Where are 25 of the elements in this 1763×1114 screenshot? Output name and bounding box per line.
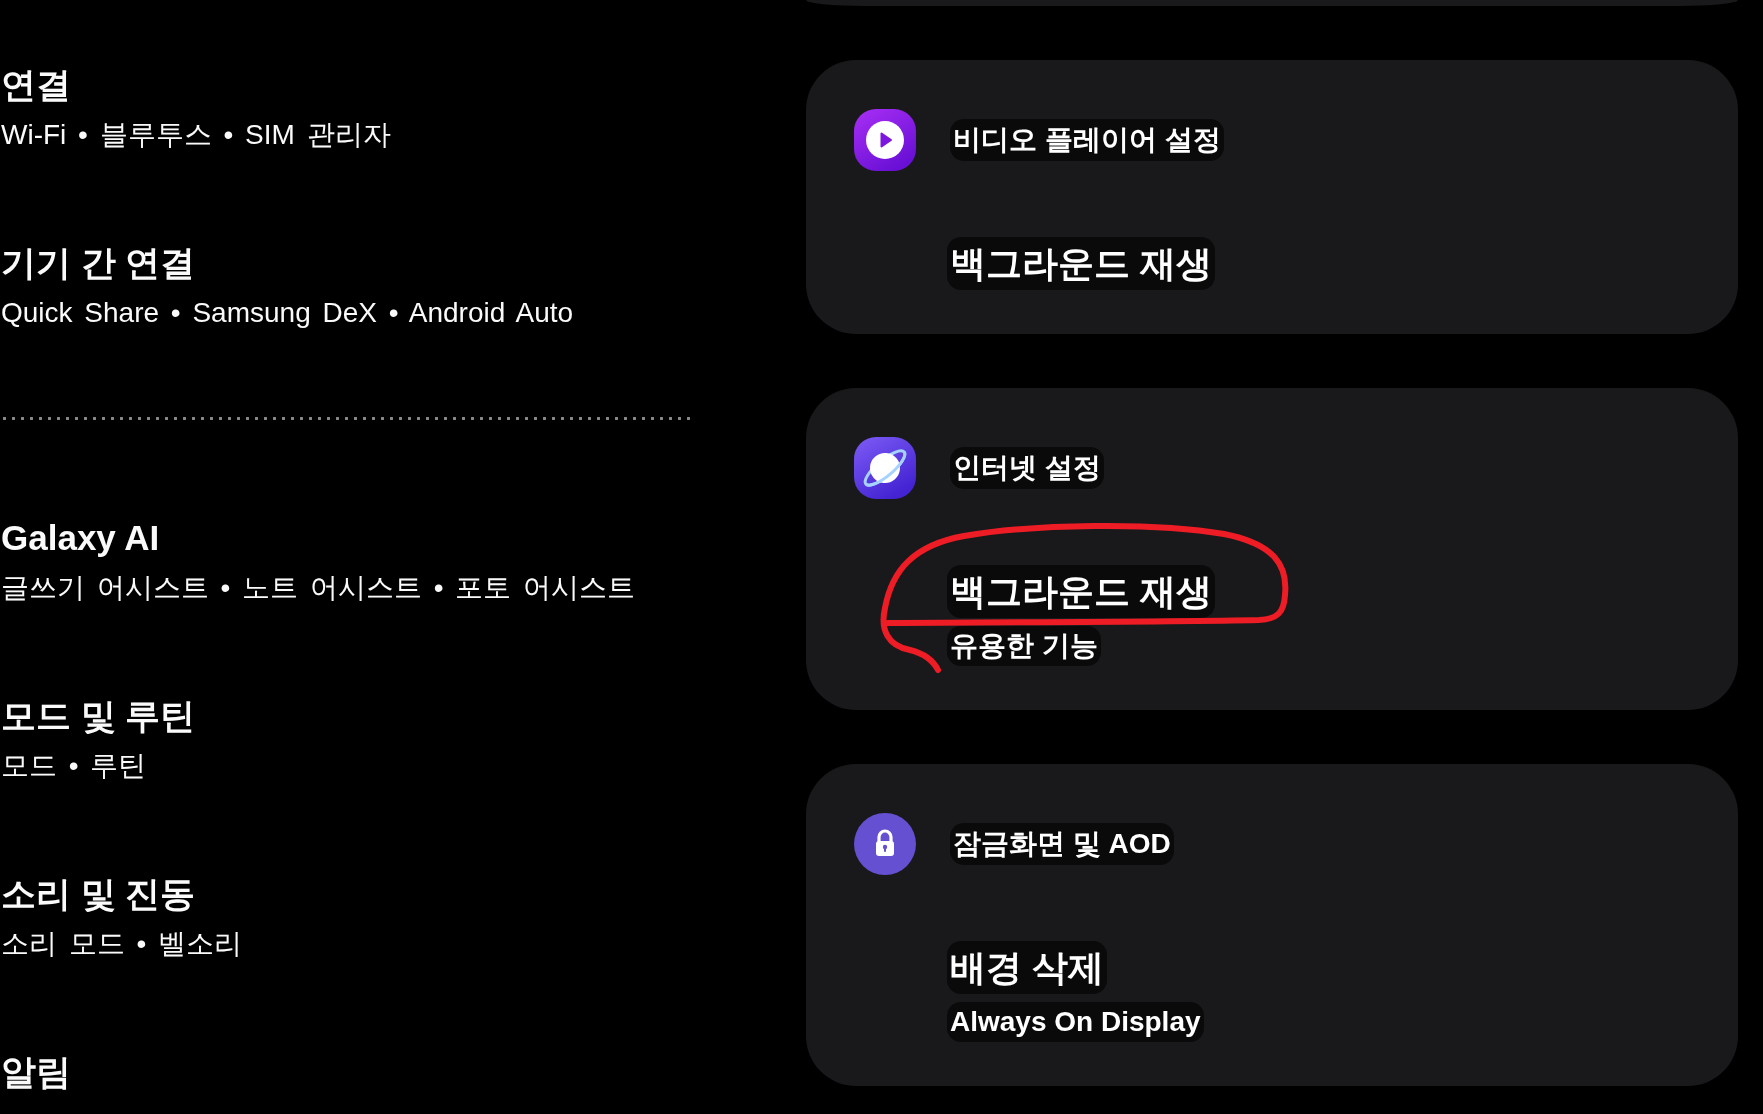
setting-subtitle: 소리 모드 • 벨소리 [1, 927, 243, 961]
setting-subtitle: 글쓰기 어시스트 • 노트 어시스트 • 포토 어시스트 [1, 571, 636, 605]
setting-title[interactable]: 모드 및 루틴 [1, 694, 196, 738]
setting-title[interactable]: Galaxy AI [1, 516, 160, 560]
result-title: 백그라운드 재생 [947, 237, 1215, 290]
result-subtitle: Always On Display [947, 1002, 1204, 1042]
setting-title[interactable]: 소리 및 진동 [1, 872, 196, 916]
setting-title[interactable]: 알림 [1, 1050, 71, 1094]
search-result-card[interactable]: 인터넷 설정 백그라운드 재생 유용한 기능 [806, 388, 1738, 710]
result-app-title: 인터넷 설정 [950, 447, 1104, 489]
setting-subtitle: Wi-Fi • 블루투스 • SIM 관리자 [1, 118, 391, 152]
result-app-title: 비디오 플레이어 설정 [950, 119, 1224, 161]
result-title: 백그라운드 재생 [947, 565, 1215, 618]
search-result-card[interactable]: 비디오 플레이어 설정 백그라운드 재생 [806, 60, 1738, 334]
padlock-icon [854, 813, 916, 875]
search-result-card[interactable]: 잠금화면 및 AOD 배경 삭제 Always On Display [806, 764, 1738, 1086]
play-icon [854, 109, 916, 171]
setting-subtitle: 모드 • 루틴 [1, 749, 147, 783]
setting-subtitle: Quick Share • Samsung DeX • Android Auto [1, 296, 574, 330]
setting-title[interactable]: 연결 [1, 63, 71, 107]
result-app-title: 잠금화면 및 AOD [950, 823, 1174, 865]
result-subtitle: 유용한 기능 [947, 626, 1101, 666]
result-title: 배경 삭제 [947, 941, 1107, 994]
planet-icon [854, 437, 916, 499]
setting-title[interactable]: 기기 간 연결 [1, 241, 196, 285]
